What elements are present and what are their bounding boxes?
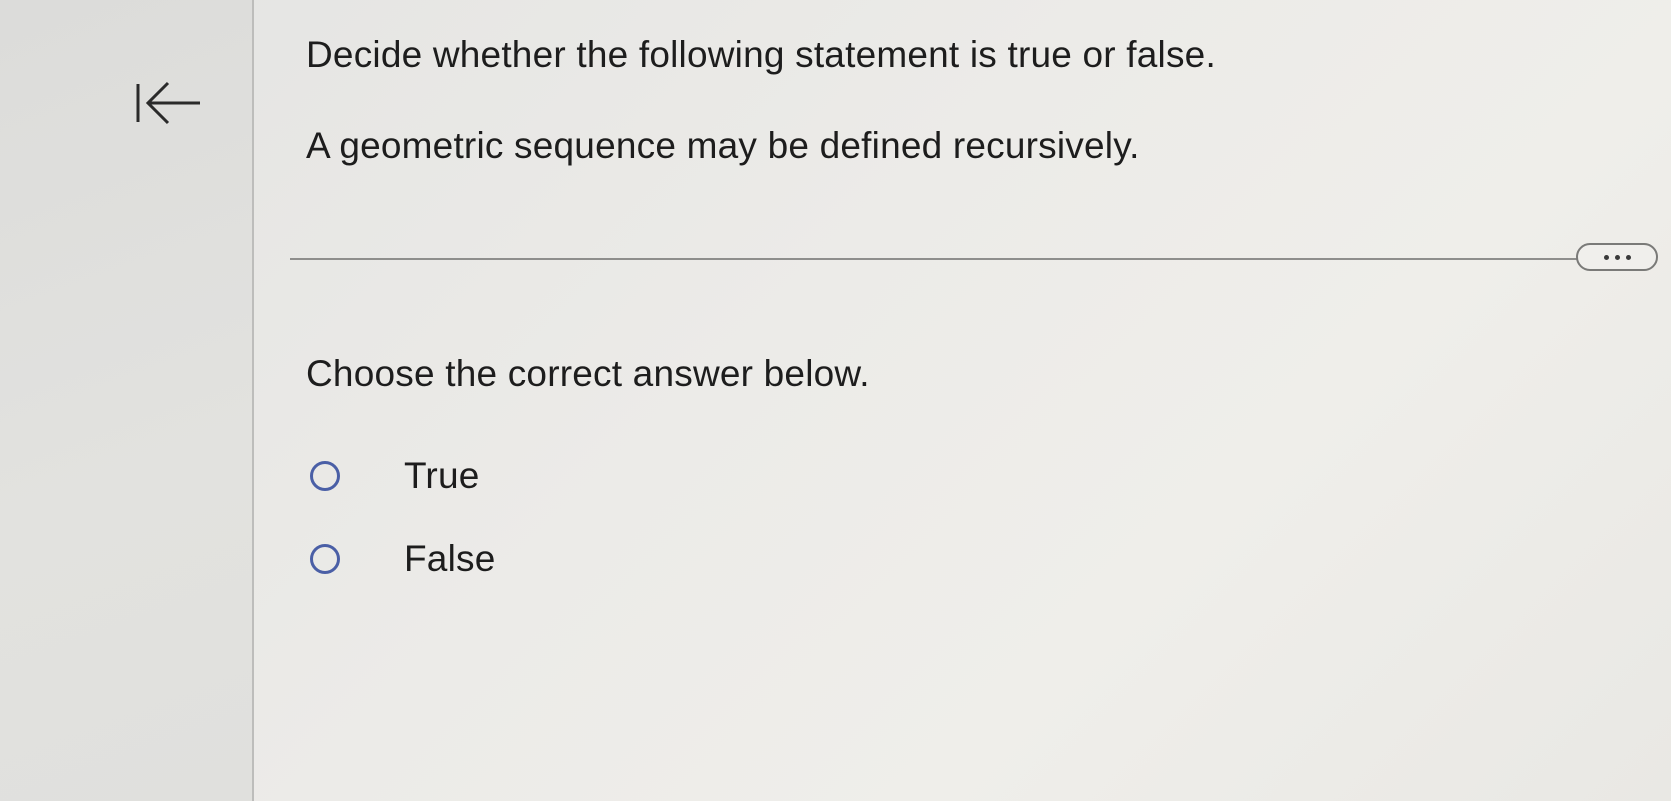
- question-panel: Decide whether the following statement i…: [254, 0, 1671, 801]
- answer-option-label: True: [404, 455, 480, 496]
- collapse-sidebar-button[interactable]: [136, 76, 216, 136]
- ellipsis-icon: [1614, 254, 1620, 260]
- answer-prompt: Choose the correct answer below.: [306, 353, 870, 394]
- answer-option-false[interactable]: False: [310, 538, 495, 580]
- radio-button[interactable]: [310, 461, 340, 491]
- radio-button[interactable]: [310, 544, 340, 574]
- more-options-button[interactable]: [1576, 243, 1658, 271]
- section-divider: [290, 258, 1620, 260]
- collapse-left-arrow-icon: [136, 81, 200, 125]
- question-title: Decide whether the following statement i…: [306, 34, 1216, 75]
- ellipsis-icon: [1625, 254, 1631, 260]
- sidebar: [0, 0, 252, 801]
- answer-option-true[interactable]: True: [310, 455, 480, 497]
- ellipsis-icon: [1603, 254, 1609, 260]
- answer-option-label: False: [404, 538, 496, 579]
- question-statement: A geometric sequence may be defined recu…: [306, 125, 1140, 166]
